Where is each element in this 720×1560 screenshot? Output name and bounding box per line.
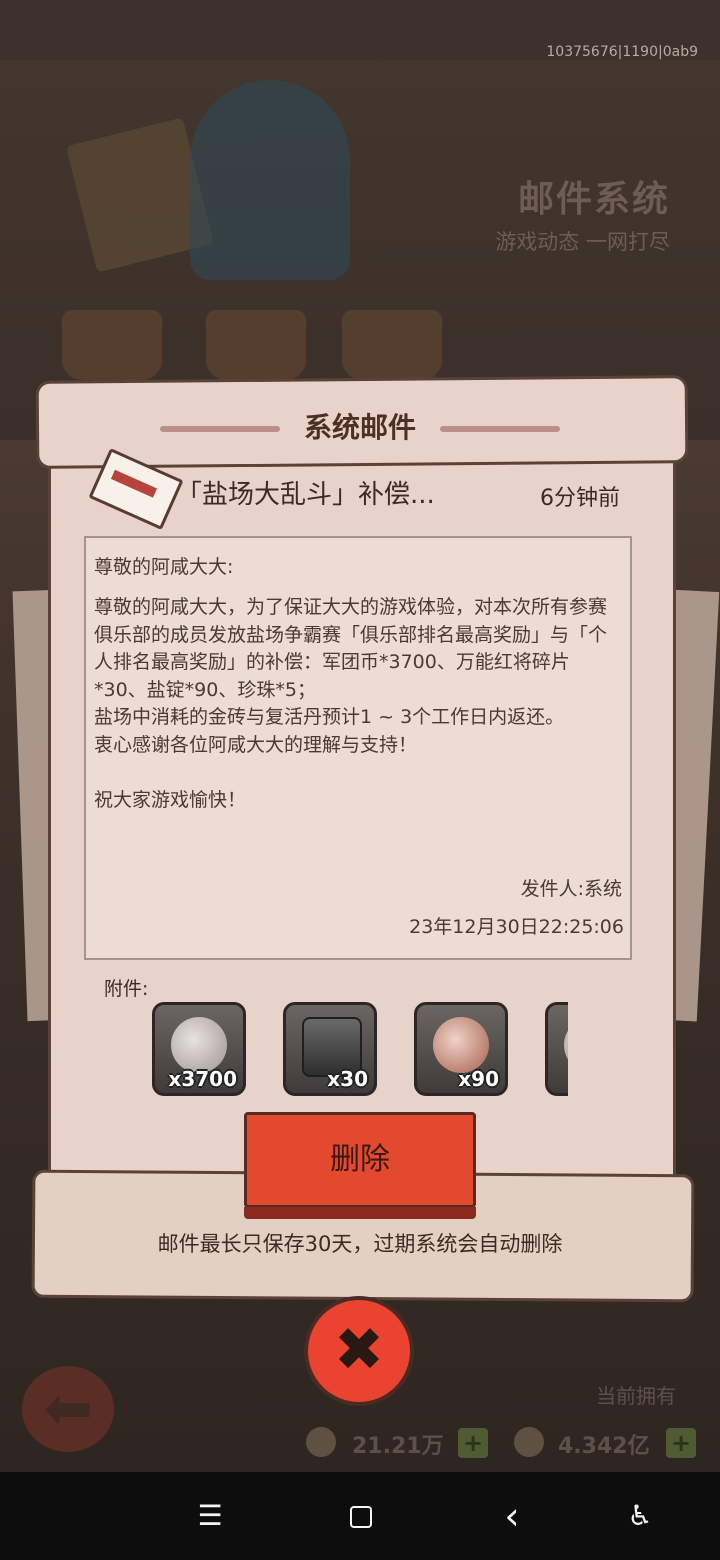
attachment-qty: x90	[458, 1067, 499, 1091]
build-id: 10375676|1190|0ab9	[546, 44, 698, 60]
owned-label: 当前拥有	[596, 1384, 676, 1408]
mail-system-title: 邮件系统	[517, 179, 670, 220]
add-gold-bar-button[interactable]: +	[458, 1428, 488, 1458]
add-coin-button[interactable]: +	[666, 1428, 696, 1458]
mail-system-subtitle: 游戏动态 一网打尽	[495, 230, 670, 254]
mail-greeting: 尊敬的阿咸大大:	[94, 556, 234, 578]
attachment-item[interactable]: x90	[414, 1002, 508, 1096]
dialog-header: 系统邮件	[160, 404, 560, 450]
attachment-item[interactable]: x30	[283, 1002, 377, 1096]
gold-bar-icon	[306, 1427, 336, 1457]
accessibility-icon[interactable]: ♿	[618, 1496, 662, 1536]
attachment-qty: x30	[327, 1067, 368, 1091]
coin-icon	[514, 1427, 544, 1457]
background-radio	[342, 310, 442, 380]
attachments-list[interactable]: x3700 x30 x90	[150, 1000, 568, 1100]
background-basket	[206, 310, 306, 380]
resource-gold-bar: 21.21万	[352, 1434, 444, 1459]
close-icon: ✖	[333, 1315, 385, 1385]
close-button[interactable]: ✖	[304, 1296, 414, 1406]
mail-sender: 发件人:系统	[520, 878, 622, 900]
background-courier-character	[190, 80, 350, 280]
legion-coin-icon	[171, 1017, 227, 1073]
attachment-item[interactable]	[545, 1002, 568, 1096]
mail-time-ago: 6分钟前	[540, 486, 620, 511]
resource-coin: 4.342亿	[558, 1434, 650, 1459]
attachment-item[interactable]: x3700	[152, 1002, 246, 1096]
retention-note: 邮件最长只保存30天，过期系统会自动删除	[157, 1232, 563, 1256]
delete-button[interactable]: 删除	[244, 1112, 476, 1219]
dialog-title: 系统邮件	[303, 411, 416, 444]
mail-body: 尊敬的阿咸大大，为了保证大大的游戏体验，对本次所有参赛俱乐部的成员发放盐场争霸赛…	[94, 596, 608, 811]
back-arrow-icon[interactable]: ⬅	[22, 1366, 114, 1452]
background-basket	[62, 310, 162, 380]
pearl-icon	[564, 1017, 568, 1073]
system-nav-bar: ☰ ‹ ♿	[0, 1472, 720, 1560]
attachment-qty: x3700	[168, 1067, 237, 1091]
mail-subject: 「盐场大乱斗」补偿...	[176, 480, 435, 510]
home-icon[interactable]	[338, 1496, 382, 1536]
mail-header: 「盐场大乱斗」补偿... 6分钟前	[88, 448, 626, 530]
mail-content[interactable]: 尊敬的阿咸大大: 尊敬的阿咸大大，为了保证大大的游戏体验，对本次所有参赛俱乐部的…	[84, 536, 632, 960]
salt-ingot-icon	[433, 1017, 489, 1073]
mail-date: 23年12月30日22:25:06	[409, 916, 624, 938]
back-icon[interactable]: ‹	[490, 1496, 534, 1536]
menu-icon[interactable]: ☰	[188, 1496, 232, 1536]
home-square-icon	[350, 1506, 372, 1528]
attachments-label: 附件:	[104, 978, 149, 1000]
